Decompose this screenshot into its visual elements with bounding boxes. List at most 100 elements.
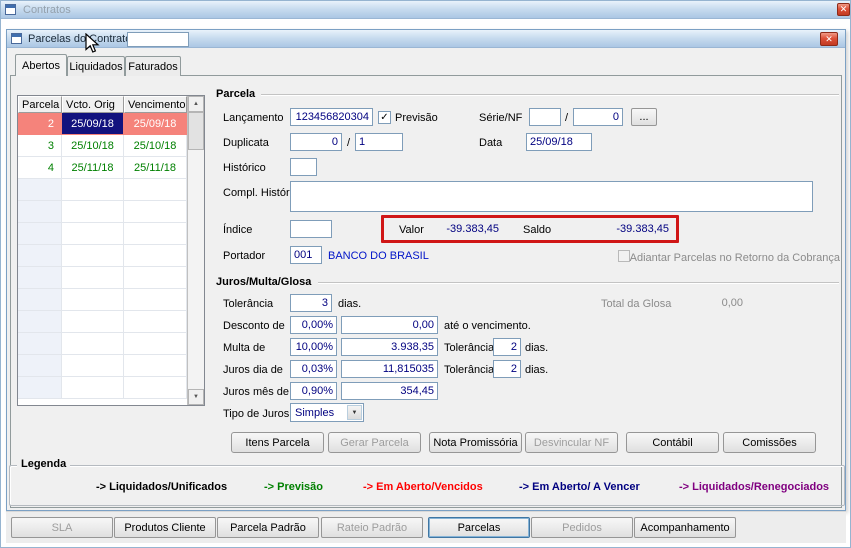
cell-parcela: 3 [18,135,62,157]
data-label: Data [479,137,503,149]
juros-mes-percent-field[interactable]: 0,90% [290,382,337,400]
tab-faturados[interactable]: Faturados [125,56,181,76]
duplicata-seq-field[interactable]: 1 [355,133,403,151]
tipo-juros-select[interactable]: Simples ▼ [290,403,364,422]
grid-row[interactable]: 3 25/10/18 25/10/18 [18,135,204,157]
grid-row-empty[interactable] [18,179,204,201]
parcela-padrao-button[interactable]: Parcela Padrão [217,517,319,538]
itens-parcela-button[interactable]: Itens Parcela [231,432,324,453]
historico-field[interactable] [290,158,317,176]
cell-vcto-orig: 25/09/18 [62,113,124,135]
grid-row-empty[interactable] [18,201,204,223]
contratos-app-window: Contratos ✕ Parcelas do Contrato - ✕ Abe… [0,0,851,548]
portador-code-field[interactable]: 001 [290,246,322,264]
contract-number-input[interactable] [127,32,189,47]
acompanhamento-button[interactable]: Acompanhamento [634,517,736,538]
cell-vencimento: 25/09/18 [124,113,187,135]
multa-percent-field[interactable]: 10,00% [290,338,337,356]
grid-row-empty[interactable] [18,289,204,311]
data-field[interactable]: 25/09/18 [526,133,592,151]
compl-historico-field[interactable] [290,181,813,212]
grid-header-parcela[interactable]: Parcela [18,96,62,113]
parcelas-button[interactable]: Parcelas [428,517,530,538]
cell-vcto-orig: 25/10/18 [62,135,124,157]
close-icon: ✕ [839,4,848,14]
gerar-parcela-button: Gerar Parcela [328,432,421,453]
grid-row-empty[interactable] [18,223,204,245]
comissoes-button[interactable]: Comissões [723,432,816,453]
inner-close-button[interactable]: ✕ [820,32,838,46]
juros-dia-tolerancia-field[interactable]: 2 [493,360,521,378]
outer-window-title: Contratos [23,3,71,16]
multa-value-field[interactable]: 3.938,35 [341,338,438,356]
nf-browse-button[interactable]: ... [631,108,657,126]
pedidos-button: Pedidos [531,517,633,538]
produtos-cliente-button[interactable]: Produtos Cliente [114,517,216,538]
tab-liquidados[interactable]: Liquidados [67,56,125,76]
adiantar-checkbox [618,250,630,262]
previsao-checkbox[interactable]: ✓ [378,111,391,124]
legend-item: -> Em Aberto/Vencidos [363,481,483,493]
juros-group-title: Juros/Multa/Glosa [216,276,312,288]
valor-value: -39.383,45 [446,223,499,235]
parcela-group-title: Parcela [216,88,256,100]
grid-scrollbar[interactable]: ▲ ▼ [187,96,204,405]
grid-row-empty[interactable] [18,267,204,289]
scroll-thumb[interactable] [188,112,204,150]
duplicata-field[interactable]: 0 [290,133,342,151]
multa-suffix: dias. [525,342,549,354]
multa-label: Multa de [223,342,266,354]
chevron-down-icon: ▼ [347,405,362,420]
tab-abertos[interactable]: Abertos [15,54,67,76]
window-icon [11,33,22,44]
desconto-label: Desconto de [223,320,285,332]
juros-mes-value-field[interactable]: 354,45 [341,382,438,400]
outer-close-button[interactable]: ✕ [837,3,850,16]
outer-window-titlebar: Contratos [1,1,850,19]
contabil-button[interactable]: Contábil [626,432,719,453]
multa-tolerancia-label: Tolerância [444,342,495,354]
arrow-down-icon: ▼ [193,394,199,400]
saldo-value: -39.383,45 [616,223,669,235]
rateio-padrao-button: Rateio Padrão [321,517,423,538]
desconto-value-field[interactable]: 0,00 [341,316,438,334]
serie-field[interactable] [529,108,561,126]
indice-field[interactable] [290,220,332,238]
window-icon [5,4,16,15]
scroll-down-button[interactable]: ▼ [188,389,204,405]
valor-label: Valor [399,224,424,236]
desconto-suffix: até o vencimento. [444,320,531,332]
indice-label: Índice [223,224,253,236]
grid-row-empty[interactable] [18,311,204,333]
group-divider [318,282,839,283]
adiantar-label: Adiantar Parcelas no Retorno da Cobrança [629,252,840,264]
grid-header-vencimento[interactable]: Vencimento [124,96,187,113]
duplicata-label: Duplicata [223,137,269,149]
juros-dia-label: Juros dia de [223,364,283,376]
nota-promissoria-button[interactable]: Nota Promissória [429,432,522,453]
multa-tolerancia-field[interactable]: 2 [493,338,521,356]
grid-header-vcto-orig[interactable]: Vcto. Orig [62,96,124,113]
juros-dia-value-field[interactable]: 11,815035 [341,360,438,378]
portador-name: BANCO DO BRASIL [328,250,429,262]
grid-row-empty[interactable] [18,245,204,267]
grid-row-empty[interactable] [18,355,204,377]
mouse-cursor [85,33,100,53]
previsao-label: Previsão [395,112,438,124]
arrow-up-icon: ▲ [193,101,199,107]
tipo-juros-value: Simples [295,406,335,419]
grid-row-empty[interactable] [18,377,204,399]
desconto-percent-field[interactable]: 0,00% [290,316,337,334]
juros-dia-percent-field[interactable]: 0,03% [290,360,337,378]
grid-row-selected[interactable]: 2 25/09/18 25/09/18 [18,113,204,135]
parcelas-grid: Parcela Vcto. Orig Vencimento 2 25/09/18… [17,95,205,406]
lancamento-field[interactable]: 123456820304 [290,108,373,126]
scroll-up-button[interactable]: ▲ [188,96,204,112]
legend-item: -> Liquidados/Unificados [96,481,228,493]
grid-row[interactable]: 4 25/11/18 25/11/18 [18,157,204,179]
tolerancia-suffix: dias. [338,298,362,310]
grid-row-empty[interactable] [18,333,204,355]
nf-field[interactable]: 0 [573,108,623,126]
parcelas-window-title: Parcelas do Contrato - [28,32,139,45]
tolerancia-field[interactable]: 3 [290,294,332,312]
